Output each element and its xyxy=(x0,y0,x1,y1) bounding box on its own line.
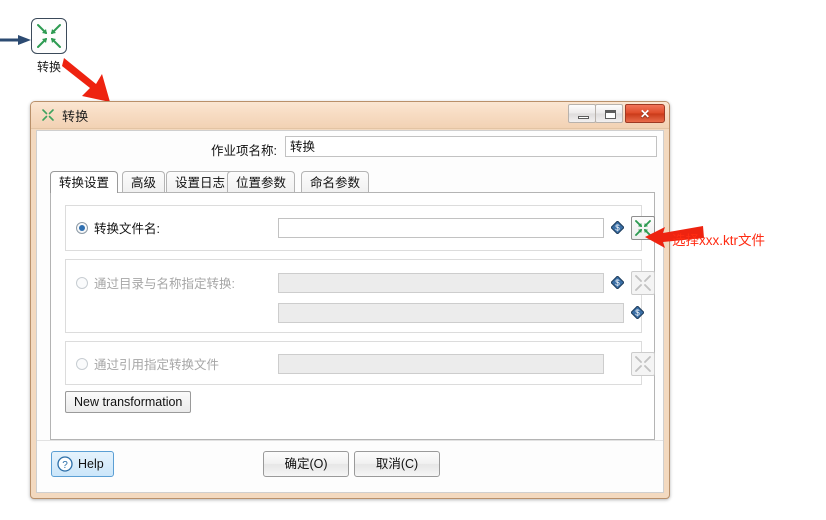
job-entry-name-input[interactable]: 转换 xyxy=(285,136,657,157)
radio-by-directory-and-name[interactable] xyxy=(76,277,88,289)
cancel-button[interactable]: 取消(C) xyxy=(354,451,440,477)
node-icon-box[interactable] xyxy=(31,18,67,54)
variable-diamond-icon[interactable]: $ xyxy=(611,221,624,234)
footer-divider xyxy=(37,440,663,441)
tab-position-arguments[interactable]: 位置参数 xyxy=(227,171,296,193)
variable-diamond-icon[interactable]: $ xyxy=(611,276,624,289)
label-by-directory-and-name: 通过目录与名称指定转换: xyxy=(94,277,235,291)
hop-arrow-icon xyxy=(0,35,31,45)
help-question-icon: ? xyxy=(57,456,73,472)
transformation-browse-icon xyxy=(635,356,651,372)
dialog-titlebar[interactable]: 转换 ✕ xyxy=(31,102,669,129)
new-transformation-button[interactable]: New transformation xyxy=(65,391,192,413)
minimize-button[interactable] xyxy=(568,104,596,123)
browse-transformation-directory-button[interactable] xyxy=(631,271,655,295)
radio-by-filename[interactable] xyxy=(76,222,88,234)
svg-text:?: ? xyxy=(62,460,68,471)
dialog-footer: ? Help 确定(O) 取消(C) xyxy=(37,440,663,492)
maximize-button[interactable] xyxy=(595,104,623,123)
window-controls: ✕ xyxy=(568,104,665,123)
tab-advanced[interactable]: 高级 xyxy=(122,171,166,193)
label-by-filename: 转换文件名: xyxy=(94,222,160,236)
svg-text:$: $ xyxy=(615,279,620,288)
canvas-node-transformation[interactable]: 转换 xyxy=(31,18,67,74)
tabstrip: 转换设置 高级 设置日志 位置参数 命名参数 xyxy=(50,171,655,193)
option-group-by-reference: 通过引用指定转换文件 xyxy=(65,341,655,385)
option-group-by-directory-and-name: 通过目录与名称指定转换: $ $ xyxy=(65,259,655,333)
transformation-browse-icon xyxy=(635,275,651,291)
ok-button[interactable]: 确定(O) xyxy=(263,451,349,477)
tab-logging[interactable]: 设置日志 xyxy=(166,171,235,193)
maximize-icon xyxy=(605,110,616,119)
svg-text:$: $ xyxy=(635,309,640,318)
dialog-title: 转换 xyxy=(62,109,89,124)
annotation-arrow-to-dialog-icon xyxy=(62,58,110,102)
transformation-converge-icon xyxy=(37,24,61,48)
variable-diamond-icon[interactable]: $ xyxy=(631,306,644,319)
job-entry-name-label: 作业项名称: xyxy=(211,144,277,158)
input-transformation-filename[interactable] xyxy=(278,218,604,238)
tab-named-parameters[interactable]: 命名参数 xyxy=(301,171,370,193)
browse-transformation-reference-button[interactable] xyxy=(631,352,655,376)
help-button[interactable]: ? Help xyxy=(51,451,114,477)
close-button[interactable]: ✕ xyxy=(625,104,665,123)
job-entry-name-row: 作业项名称: 转换 xyxy=(37,131,663,164)
svg-text:$: $ xyxy=(615,224,620,233)
screen-root: 转换 转换 ✕ 作业项名称: 转换 转换设置 高级 设置日志 位置参数 命名参数… xyxy=(0,0,826,520)
title-transformation-icon xyxy=(42,109,54,121)
radio-by-reference[interactable] xyxy=(76,358,88,370)
minimize-icon xyxy=(578,116,589,119)
close-icon: ✕ xyxy=(639,107,651,121)
option-group-by-filename: 转换文件名: $ xyxy=(65,205,655,251)
input-transformation-reference[interactable] xyxy=(278,354,604,374)
help-button-label: Help xyxy=(78,457,104,471)
dialog-body: 作业项名称: 转换 转换设置 高级 设置日志 位置参数 命名参数 转换文件名: xyxy=(36,130,664,493)
input-transformation-directory[interactable] xyxy=(278,273,604,293)
label-by-reference: 通过引用指定转换文件 xyxy=(94,358,220,372)
input-transformation-name[interactable] xyxy=(278,303,624,323)
tab-transformation-settings[interactable]: 转换设置 xyxy=(50,171,119,193)
annotation-note-browse: 选择xxx.ktr文件 xyxy=(672,233,765,248)
tab-panel-transformation-settings: 转换文件名: $ 通过目录与名称指定转换: $ $ 通过引用指定转换文件 New… xyxy=(50,192,655,440)
transformation-job-entry-dialog: 转换 ✕ 作业项名称: 转换 转换设置 高级 设置日志 位置参数 命名参数 转换… xyxy=(30,101,670,499)
